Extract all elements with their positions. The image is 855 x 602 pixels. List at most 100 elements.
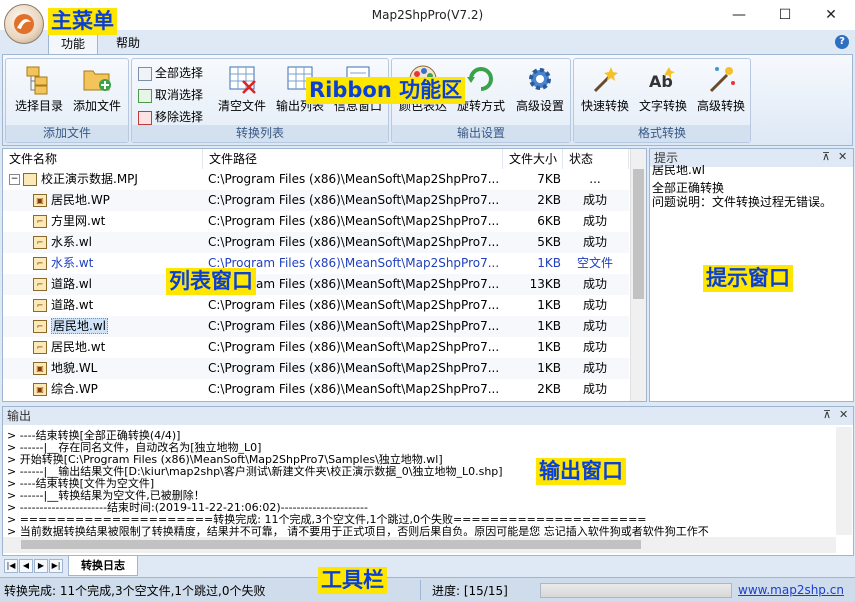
row-file-name: 校正演示数据.MPJ [41, 172, 138, 186]
map-file-icon: ▣ [33, 383, 47, 396]
remove-selection-button[interactable]: 移除选择 [138, 107, 203, 127]
website-link[interactable]: www.map2shp.cn [738, 583, 844, 597]
fast-convert-button[interactable]: 快速转换 [576, 63, 634, 123]
table-row[interactable]: ▣ 综合.WP C:\Program Files (x86)\MeanSoft\Ma… [3, 379, 629, 400]
table-row[interactable]: ⌐ 道路.wl C:\Program Files (x86)\MeanSoft\Ma… [3, 274, 629, 295]
table-row[interactable]: ⌐ 居民地.wl C:\Program Files (x86)\MeanSoft\M… [3, 316, 629, 337]
select-all-icon [138, 66, 152, 81]
add-file-button[interactable]: 添加文件 [68, 63, 126, 123]
clear-file-label: 清空文件 [217, 99, 266, 113]
row-file-name: 居民地.WP [51, 193, 110, 207]
status-bar: 转换完成: 11个完成,3个空文件,1个跳过,0个失败 进度: [15/15] … [0, 577, 855, 602]
row-name-cell: ⌐ 方里网.wt [3, 211, 233, 232]
tab-convert-log[interactable]: 转换日志 [68, 556, 138, 576]
row-file-path: C:\Program Files (x86)\MeanSoft\Map2ShpP… [208, 361, 500, 375]
hint-file-name: 居民地.wl [652, 165, 705, 175]
annotation-list-window: 列表窗口 [166, 268, 256, 295]
table-row[interactable]: ▣ 地貌.WL C:\Program Files (x86)\MeanSoft\Ma… [3, 358, 629, 379]
row-file-path: C:\Program Files (x86)\MeanSoft\Map2ShpP… [208, 298, 500, 312]
list-scroll-thumb[interactable] [633, 169, 644, 299]
help-icon[interactable]: ? [835, 35, 849, 49]
row-status: 成功 [582, 277, 607, 291]
output-close-icon[interactable]: ✕ [839, 408, 848, 421]
list-rows: − 校正演示数据.MPJ C:\Program Files (x86)\MeanSo… [3, 169, 629, 401]
tab-nav-prev-button[interactable]: ◀ [19, 559, 33, 573]
output-panel: 输出 ⊼ ✕ > ----结束转换[全部正确转换(4/4)] > ------|_… [2, 406, 854, 556]
deselect-label: 取消选择 [155, 88, 204, 102]
file-list-panel: 文件名称 文件路径 文件大小 状态 − 校正演示数据.MPJ C:\Program … [2, 148, 647, 402]
close-button[interactable]: ✕ [808, 0, 854, 30]
output-vertical-scrollbar[interactable] [836, 427, 852, 535]
tab-nav-next-button[interactable]: ▶ [34, 559, 48, 573]
map-file-icon: ⌐ [33, 236, 47, 249]
map-file-icon: ⌐ [33, 257, 47, 270]
output-log: > ----结束转换[全部正确转换(4/4)] > ------|__存在同名文件… [3, 429, 835, 537]
tree-collapse-icon[interactable]: − [9, 174, 20, 185]
hint-close-icon[interactable]: ✕ [838, 150, 847, 163]
row-file-name: 方里网.wt [51, 214, 106, 228]
annotation-toolbar: 工具栏 [318, 567, 387, 594]
map-file-icon: ⌐ [33, 278, 47, 291]
row-file-name: 水系.wt [51, 256, 94, 270]
maximize-button[interactable]: ☐ [762, 0, 808, 30]
advanced-convert-label: 高级转换 [696, 99, 745, 113]
row-file-size: 1KB [537, 256, 561, 270]
magic-wand-icon [593, 67, 618, 93]
header-size[interactable]: 文件大小 [503, 149, 563, 169]
app-menu-button[interactable] [4, 4, 44, 44]
table-row[interactable]: ⌐ 水系.wt C:\Program Files (x86)\MeanSoft\Ma… [3, 253, 629, 274]
output-pin-icon[interactable]: ⊼ [823, 408, 831, 421]
row-status: 空文件 [576, 256, 613, 270]
row-file-path: C:\Program Files (x86)\MeanSoft\Map2ShpP… [208, 193, 500, 207]
header-status[interactable]: 状态 [563, 149, 629, 169]
annotation-ribbon: Ribbon 功能区 [306, 77, 466, 104]
output-hscroll-thumb[interactable] [21, 540, 641, 549]
annotation-hint-window: 提示窗口 [703, 265, 793, 292]
clear-file-button[interactable]: 清空文件 [214, 63, 270, 123]
row-file-name: 居民地.wl [51, 318, 108, 334]
tab-nav-last-button[interactable]: ▶| [49, 559, 63, 573]
table-row[interactable]: ⌐ 道路.wt C:\Program Files (x86)\MeanSoft\Ma… [3, 295, 629, 316]
map-file-icon: ⌐ [33, 341, 47, 354]
row-file-name: 地貌.WL [51, 361, 98, 375]
table-row[interactable]: − 校正演示数据.MPJ C:\Program Files (x86)\MeanSo… [3, 169, 629, 190]
advanced-settings-button[interactable]: 高级设置 [510, 63, 570, 123]
deselect-button[interactable]: 取消选择 [138, 85, 203, 105]
annotation-main-menu: 主菜单 [48, 8, 117, 35]
row-file-size: 2KB [537, 382, 561, 396]
text-convert-button[interactable]: Ab 文字转换 [634, 63, 692, 123]
tab-nav-first-button[interactable]: |◀ [4, 559, 18, 573]
table-row[interactable]: ▣ 居民地.WP C:\Program Files (x86)\MeanSoft\M… [3, 190, 629, 211]
table-row[interactable]: ⌐ 居民地.wt C:\Program Files (x86)\MeanSoft\M… [3, 337, 629, 358]
row-status: 成功 [582, 298, 607, 312]
annotation-output-window: 输出窗口 [536, 458, 626, 485]
row-status: 成功 [582, 340, 607, 354]
output-horizontal-scrollbar[interactable] [3, 537, 836, 553]
deselect-icon [138, 88, 152, 103]
row-file-name: 综合.WP [51, 382, 98, 396]
row-file-path: C:\Program Files (x86)\MeanSoft\Map2ShpP… [208, 382, 500, 396]
list-vertical-scrollbar[interactable] [630, 149, 646, 401]
progress-fill [541, 584, 731, 597]
text-convert-label: 文字转换 [638, 99, 687, 113]
hint-pin-icon[interactable]: ⊼ [822, 150, 830, 163]
advanced-convert-button[interactable]: 高级转换 [692, 63, 750, 123]
header-name[interactable]: 文件名称 [3, 149, 203, 169]
select-all-button[interactable]: 全部选择 [138, 63, 203, 83]
group-add-file: 选择目录 添加文件 添加文件 [5, 58, 129, 143]
row-name-cell: ⌐ 水系.wl [3, 232, 233, 253]
output-title-label: 输出 [7, 409, 32, 423]
row-name-cell: ▣ 居民地.WP [3, 190, 233, 211]
row-name-cell: ⌐ 道路.wt [3, 295, 233, 316]
tab-function[interactable]: 功能 [48, 33, 99, 55]
row-file-size: 2KB [537, 193, 561, 207]
header-path[interactable]: 文件路径 [203, 149, 503, 169]
minimize-button[interactable]: — [716, 0, 762, 30]
ribbon-tab-row: 功能 帮助 ? [0, 30, 855, 55]
table-row[interactable]: ⌐ 水系.wl C:\Program Files (x86)\MeanSoft\Ma… [3, 232, 629, 253]
tab-help[interactable]: 帮助 [104, 33, 152, 54]
rotate-icon [467, 67, 493, 91]
table-row[interactable]: ⌐ 方里网.wt C:\Program Files (x86)\MeanSoft\M… [3, 211, 629, 232]
select-directory-button[interactable]: 选择目录 [10, 63, 68, 123]
progress-label: 进度: [15/15] [432, 584, 508, 598]
